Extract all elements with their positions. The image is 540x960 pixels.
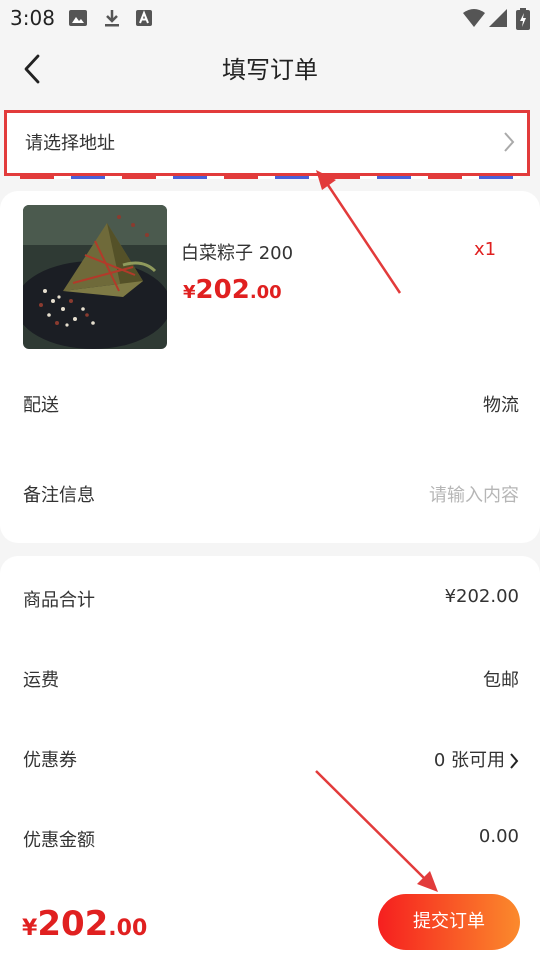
- product-price: ¥202.00: [183, 275, 282, 305]
- address-placeholder: 请选择地址: [25, 133, 115, 154]
- price-decimal: .00: [249, 282, 282, 303]
- remark-label: 备注信息: [23, 485, 95, 506]
- remark-input[interactable]: 请输入内容: [429, 481, 519, 507]
- product-name: 白菜粽子 200: [181, 243, 294, 264]
- order-item-card: 白菜粽子 200 x1 ¥202.00 配送 物流 备注信息 请输入内容: [0, 191, 540, 543]
- font-icon: [136, 10, 152, 26]
- delivery-row[interactable]: 配送 物流: [23, 391, 519, 417]
- page-title: 填写订单: [222, 56, 318, 84]
- wifi-icon: [463, 9, 485, 27]
- coupon-label: 优惠券: [23, 750, 77, 771]
- submit-order-button[interactable]: 提交订单: [378, 894, 520, 950]
- address-stripe-divider: [20, 176, 520, 179]
- price-currency: ¥: [183, 282, 196, 303]
- goods-total-value: ¥202.00: [444, 586, 519, 607]
- product-quantity: x1: [474, 239, 497, 260]
- image-icon: [69, 10, 87, 26]
- coupon-value: 0 张可用: [433, 750, 505, 771]
- shipping-label: 运费: [23, 670, 59, 691]
- delivery-label: 配送: [23, 395, 59, 416]
- shipping-value: 包邮: [483, 670, 519, 691]
- chevron-right-icon: [510, 753, 519, 769]
- page-header: 填写订单: [0, 36, 540, 100]
- product-image[interactable]: [23, 205, 167, 349]
- goods-total-label: 商品合计: [23, 590, 95, 611]
- total-decimal: .00: [108, 916, 148, 941]
- remark-row: 备注信息 请输入内容: [23, 481, 519, 507]
- discount-row: 优惠金额 0.00: [23, 826, 519, 852]
- address-selector[interactable]: 请选择地址: [4, 110, 530, 176]
- price-integer: 202: [195, 275, 250, 305]
- status-time: 3:08: [10, 6, 55, 30]
- discount-label: 优惠金额: [23, 830, 95, 851]
- coupon-value-wrap: 0 张可用: [434, 746, 519, 772]
- discount-value: 0.00: [478, 826, 519, 847]
- delivery-value: 物流: [483, 395, 519, 416]
- chevron-right-icon: [504, 132, 515, 152]
- shipping-row: 运费 包邮: [23, 666, 519, 692]
- total-integer: 202: [37, 904, 109, 944]
- total-currency: ¥: [22, 916, 38, 941]
- goods-total-row: 商品合计 ¥202.00: [23, 586, 519, 612]
- order-total: ¥202.00: [22, 904, 147, 944]
- status-bar: 3:08: [0, 0, 540, 36]
- coupon-row[interactable]: 优惠券 0 张可用: [23, 746, 519, 772]
- battery-icon: [516, 8, 530, 30]
- download-icon: [105, 10, 119, 27]
- signal-icon: [489, 9, 507, 27]
